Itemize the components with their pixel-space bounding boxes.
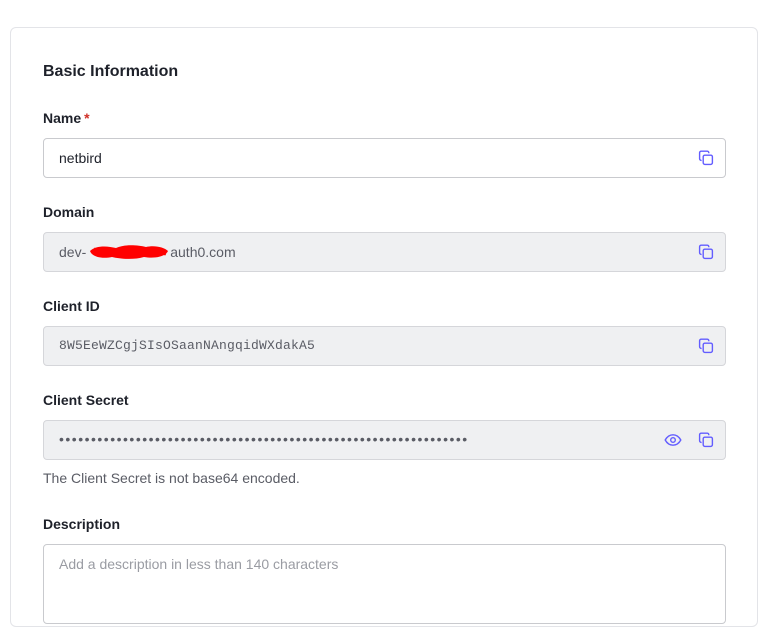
domain-value-prefix: dev- xyxy=(59,244,87,260)
eye-icon[interactable] xyxy=(664,431,682,449)
description-label: Description xyxy=(43,516,121,532)
copy-icon[interactable] xyxy=(697,431,715,449)
domain-value: dev- auth0.com xyxy=(59,233,236,271)
description-textarea[interactable]: Add a description in less than 140 chara… xyxy=(43,544,726,624)
domain-value-suffix: auth0.com xyxy=(170,244,236,260)
domain-label: Domain xyxy=(43,204,95,220)
client-id-field[interactable]: 8W5EeWZCgjSIsOSaanNAngqidWXdakA5 xyxy=(43,326,726,366)
copy-icon[interactable] xyxy=(697,337,715,355)
section-title: Basic Information xyxy=(43,63,179,80)
client-secret-helper-text: The Client Secret is not base64 encoded. xyxy=(43,470,300,486)
name-input-value[interactable]: netbird xyxy=(59,139,102,177)
name-label-text: Name xyxy=(43,110,82,126)
client-id-value: 8W5EeWZCgjSIsOSaanNAngqidWXdakA5 xyxy=(59,338,316,353)
redaction-mark xyxy=(90,245,169,260)
required-indicator: * xyxy=(84,110,90,126)
copy-icon[interactable] xyxy=(697,149,715,167)
description-placeholder: Add a description in less than 140 chara… xyxy=(59,556,339,572)
copy-icon[interactable] xyxy=(697,243,715,261)
name-label: Name * xyxy=(43,110,90,126)
client-secret-label: Client Secret xyxy=(43,392,129,408)
client-id-label: Client ID xyxy=(43,298,100,314)
name-input[interactable]: netbird xyxy=(43,138,726,178)
domain-field[interactable]: dev- auth0.com xyxy=(43,232,726,272)
client-secret-masked-value: ••••••••••••••••••••••••••••••••••••••••… xyxy=(59,431,469,447)
client-secret-field[interactable]: ••••••••••••••••••••••••••••••••••••••••… xyxy=(43,420,726,460)
